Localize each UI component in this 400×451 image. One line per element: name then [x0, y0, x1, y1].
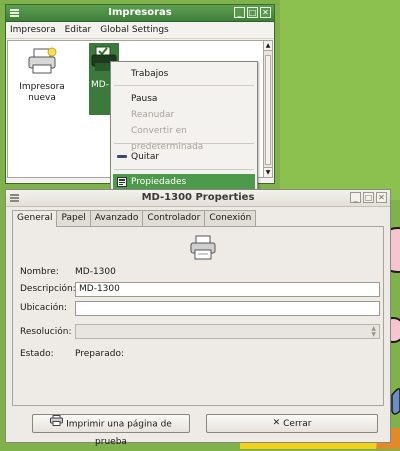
estado-value: Preparado: — [75, 349, 125, 359]
properties-window-title: MD-1300 Properties — [141, 192, 255, 203]
printers-titlebar[interactable]: Impresoras _ □ ✕ — [6, 5, 274, 22]
general-panel: Nombre: MD-1300 Descripción: MD-1300 Ubi… — [12, 226, 384, 406]
tab-conexion[interactable]: Conexión — [204, 210, 257, 226]
descripcion-field[interactable]: MD-1300 — [75, 282, 380, 297]
scroll-down-icon[interactable]: ▼ — [264, 167, 272, 177]
properties-window: MD-1300 Properties _ □ ✕ General Papel A… — [5, 189, 391, 447]
combo-arrows-icon: ▲ ▼ — [371, 325, 376, 338]
new-printer-item[interactable]: Impresora nueva — [10, 47, 74, 104]
printer-md1300-label: MD- — [91, 80, 109, 90]
menu-item-reanudar[interactable]: Reanudar — [113, 107, 255, 123]
close-button[interactable]: ✕ Cerrar — [206, 414, 378, 433]
printer-small-icon — [50, 415, 64, 433]
menu-separator — [114, 143, 254, 144]
close-x-icon: ✕ — [272, 418, 281, 428]
estado-label: Estado: — [20, 349, 54, 359]
printers-scrollbar[interactable]: ▲ ▼ — [263, 40, 273, 178]
tab-avanzado[interactable]: Avanzado — [89, 210, 144, 226]
resolucion-label: Resolución: — [20, 327, 72, 337]
menu-editar[interactable]: Editar — [65, 25, 92, 35]
close-button-label: Cerrar — [283, 419, 312, 429]
tab-controlador[interactable]: Controlador — [142, 210, 206, 226]
new-printer-icon — [28, 47, 57, 74]
ubicacion-label: Ubicación: — [20, 303, 67, 313]
menu-item-set-default[interactable]: Convertir en predeterminada — [113, 123, 255, 152]
new-printer-label-2: nueva — [28, 93, 56, 103]
menu-separator — [114, 85, 254, 86]
printer-icon — [190, 235, 216, 260]
menu-item-quitar-label: Quitar — [131, 152, 160, 162]
close-icon[interactable]: ✕ — [376, 192, 387, 203]
tab-papel[interactable]: Papel — [56, 210, 91, 226]
descripcion-label: Descripción: — [20, 284, 76, 294]
minimize-icon[interactable]: _ — [234, 7, 245, 18]
menu-item-propiedades[interactable]: Propiedades — [113, 174, 255, 190]
maximize-icon[interactable]: □ — [247, 7, 258, 18]
new-printer-label-1: Impresora — [19, 82, 65, 92]
minimize-icon[interactable]: _ — [350, 192, 361, 203]
nombre-value: MD-1300 — [75, 267, 116, 277]
ubicacion-field[interactable] — [75, 301, 380, 316]
remove-icon — [117, 152, 127, 168]
nombre-label: Nombre: — [20, 267, 59, 277]
properties-titlebar[interactable]: MD-1300 Properties _ □ ✕ — [6, 190, 390, 207]
menu-separator — [114, 169, 254, 170]
printer-context-menu: Trabajos Pausa Reanudar Convertir en pre… — [110, 61, 258, 192]
tab-general[interactable]: General — [12, 210, 58, 227]
menu-impresora[interactable]: Impresora — [10, 25, 56, 35]
printers-menubar: Impresora Editar Global Settings — [6, 22, 274, 39]
properties-tabs: General Papel Avanzado Controlador Conex… — [12, 210, 257, 227]
scroll-up-icon[interactable]: ▲ — [264, 41, 272, 51]
menu-global-settings[interactable]: Global Settings — [100, 25, 168, 35]
resolucion-combo[interactable]: ▲ ▼ — [75, 324, 380, 339]
close-icon[interactable]: ✕ — [260, 7, 271, 18]
maximize-icon[interactable]: □ — [363, 192, 374, 203]
menu-item-quitar[interactable]: Quitar — [113, 149, 255, 165]
print-test-page-label: Imprimir una página de prueba — [66, 419, 172, 447]
menu-item-trabajos[interactable]: Trabajos — [113, 66, 255, 82]
menu-item-propiedades-label: Propiedades — [131, 177, 187, 187]
scroll-thumb[interactable] — [265, 55, 271, 165]
menu-item-pausa[interactable]: Pausa — [113, 91, 255, 107]
print-test-page-button[interactable]: Imprimir una página de prueba — [32, 414, 190, 447]
